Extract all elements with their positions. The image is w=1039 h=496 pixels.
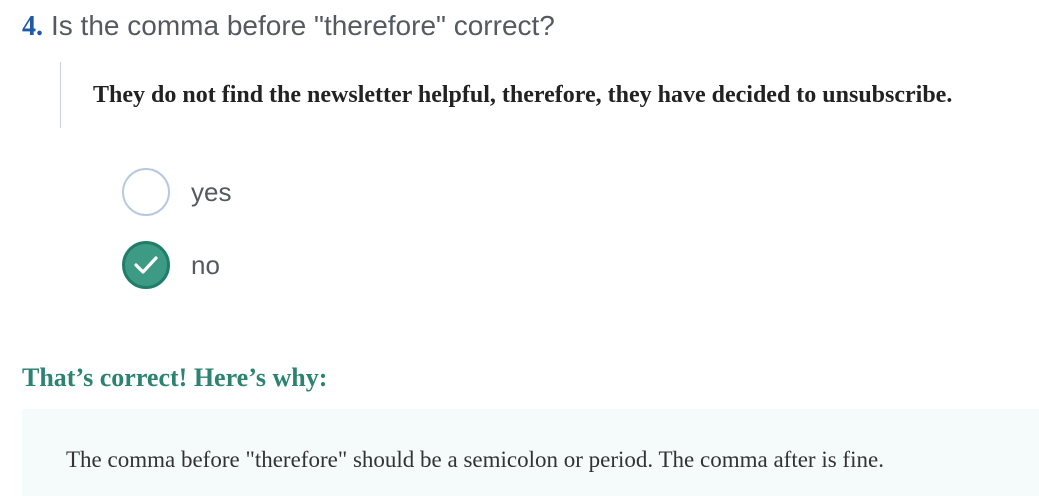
option-no[interactable]: no	[122, 239, 220, 291]
explanation-text: The comma before "therefore" should be a…	[66, 447, 884, 472]
explanation-panel: The comma before "therefore" should be a…	[22, 409, 1039, 496]
example-sentence-blockquote: They do not find the newsletter helpful,…	[60, 62, 1035, 128]
radio-checked-icon[interactable]	[122, 241, 170, 289]
question-heading: 4. Is the comma before "therefore" correc…	[22, 8, 555, 45]
example-sentence: They do not find the newsletter helpful,…	[93, 82, 953, 108]
question-text: Is the comma before "therefore" correct?	[51, 10, 555, 41]
radio-unchecked-icon[interactable]	[122, 168, 170, 216]
option-yes[interactable]: yes	[122, 166, 231, 218]
feedback-title: That’s correct! Here’s why:	[22, 363, 328, 392]
question-number: 4.	[22, 11, 43, 42]
option-label-no: no	[191, 249, 220, 280]
checkmark-icon	[134, 256, 158, 274]
option-label-yes: yes	[191, 176, 232, 207]
